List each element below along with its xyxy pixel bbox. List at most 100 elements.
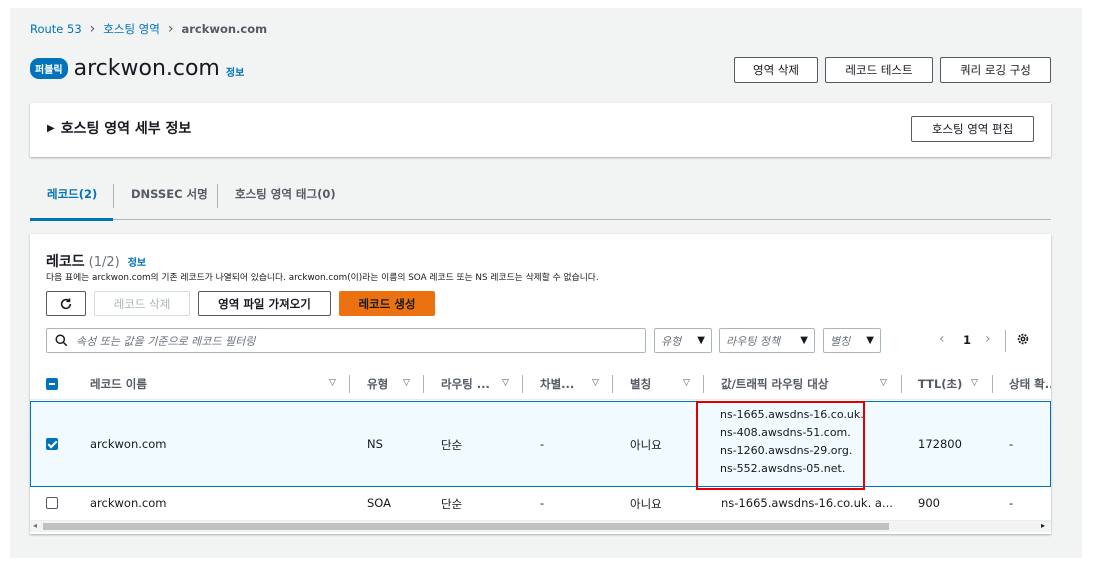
select-all-checkbox[interactable] [46, 378, 58, 390]
type-filter-label: 유형 [661, 334, 682, 348]
details-toggle[interactable]: ▶ 호스팅 영역 세부 정보 [47, 118, 191, 138]
search-placeholder: 속성 또는 값을 기준으로 레코드 필터링 [76, 334, 256, 348]
page-number[interactable]: 1 [963, 333, 971, 347]
type-filter-select[interactable]: 유형 ▼ [654, 328, 712, 353]
hosted-zone-details-panel: ▶ 호스팅 영역 세부 정보 호스팅 영역 편집 [30, 103, 1051, 157]
record-ttl: 900 [918, 496, 940, 510]
tab-hosted-zone-tags[interactable]: 호스팅 영역 태그(0) [235, 186, 336, 202]
row-checkbox[interactable] [46, 497, 58, 509]
gear-icon[interactable] [1016, 332, 1030, 346]
record-type: NS [367, 437, 383, 451]
col-value[interactable]: 값/트래픽 라우팅 대상 [721, 376, 828, 392]
chevron-right-icon: › [167, 21, 174, 37]
column-divider[interactable] [612, 375, 613, 393]
col-routing[interactable]: 라우팅 ... [441, 376, 490, 392]
records-count: (1/2) [88, 255, 120, 270]
sort-icon[interactable]: ▽ [329, 378, 336, 388]
tab-records[interactable]: 레코드(2) [47, 186, 97, 202]
column-divider[interactable] [423, 375, 424, 393]
caret-right-icon: ▶ [47, 122, 55, 134]
caret-down-icon: ▼ [866, 335, 874, 346]
horizontal-scrollbar[interactable]: ◂ ▸ [30, 520, 1051, 532]
search-icon [55, 334, 68, 347]
ns-value: ns-1260.awsdns-29.org. [720, 444, 853, 457]
scroll-left-icon[interactable]: ◂ [33, 521, 37, 530]
pager-divider [1005, 330, 1006, 352]
highlight-box: ns-1665.awsdns-16.co.uk. ns-408.awsdns-5… [696, 401, 865, 490]
edit-hosted-zone-button[interactable]: 호스팅 영역 편집 [911, 116, 1034, 142]
breadcrumb-hosted-zones-link[interactable]: 호스팅 영역 [103, 21, 160, 37]
previous-page-icon[interactable]: ‹ [939, 331, 945, 347]
records-header: 레코드 (1/2) 정보 [46, 248, 146, 271]
caret-down-icon: ▼ [697, 335, 705, 346]
records-panel: 레코드 (1/2) 정보 다음 표에는 arckwon.com의 기존 레코드가… [30, 234, 1051, 534]
col-differentiator[interactable]: 차별... [540, 376, 574, 392]
breadcrumb-current: arckwon.com [181, 22, 268, 36]
sort-icon[interactable]: ▽ [880, 378, 887, 388]
import-zone-file-button[interactable]: 영역 파일 가져오기 [198, 291, 331, 316]
record-name: arckwon.com [90, 437, 167, 451]
sort-icon[interactable]: ▽ [683, 378, 690, 388]
col-ttl[interactable]: TTL(초) [918, 376, 962, 392]
next-page-icon[interactable]: › [985, 331, 991, 347]
column-divider[interactable] [992, 375, 993, 393]
alias-filter-select[interactable]: 별칭 ▼ [823, 328, 881, 353]
caret-down-icon: ▼ [800, 335, 808, 346]
col-type[interactable]: 유형 [367, 376, 388, 392]
delete-zone-button[interactable]: 영역 삭제 [734, 57, 818, 83]
table-header: 레코드 이름 ▽ 유형 ▽ 라우팅 ... ▽ 차별... ▽ 별칭 ▽ 값/트… [30, 368, 1051, 400]
sort-icon[interactable]: ▽ [971, 378, 978, 388]
table-row[interactable]: arckwon.com SOA 단순 - 아니요 ns-1665.awsdns-… [30, 487, 1051, 519]
record-routing: 단순 [441, 497, 463, 511]
ns-value: ns-408.awsdns-51.com. [720, 426, 851, 439]
test-record-button[interactable]: 레코드 테스트 [825, 57, 933, 83]
active-tab-indicator [30, 218, 113, 221]
row-checkbox[interactable] [46, 438, 58, 450]
create-record-button[interactable]: 레코드 생성 [339, 291, 435, 316]
table-row[interactable]: arckwon.com NS 단순 - 아니요 172800 - [30, 401, 1051, 487]
record-alias: 아니요 [630, 438, 662, 452]
record-name: arckwon.com [90, 496, 167, 510]
page-title: arckwon.com [73, 56, 220, 81]
record-routing: 단순 [441, 438, 463, 452]
col-health-check[interactable]: 상태 확... [1009, 376, 1051, 392]
routing-filter-select[interactable]: 라우팅 정책 ▼ [719, 328, 815, 353]
records-description: 다음 표에는 arckwon.com의 기존 레코드가 나열되어 있습니다. a… [46, 273, 599, 283]
public-badge: 퍼블릭 [30, 58, 68, 79]
ns-value: ns-1665.awsdns-16.co.uk. [720, 408, 864, 421]
sort-icon[interactable]: ▽ [502, 378, 509, 388]
col-record-name[interactable]: 레코드 이름 [90, 376, 147, 392]
sort-icon[interactable]: ▽ [592, 378, 599, 388]
details-title: 호스팅 영역 세부 정보 [60, 121, 192, 137]
query-logging-button[interactable]: 쿼리 로깅 구성 [940, 57, 1051, 83]
alias-filter-label: 별칭 [830, 334, 851, 348]
col-alias[interactable]: 별칭 [630, 376, 651, 392]
delete-record-button[interactable]: 레코드 삭제 [94, 291, 190, 316]
tab-dnssec[interactable]: DNSSEC 서명 [131, 186, 208, 202]
routing-filter-label: 라우팅 정책 [726, 334, 781, 348]
search-input[interactable]: 속성 또는 값을 기준으로 레코드 필터링 [46, 328, 646, 353]
record-differentiator: - [540, 437, 545, 451]
record-type: SOA [367, 496, 392, 510]
chevron-right-icon: › [89, 21, 96, 37]
column-divider[interactable] [349, 375, 350, 393]
record-ttl: 172800 [918, 437, 962, 451]
scrollbar-thumb[interactable] [43, 523, 889, 530]
column-divider[interactable] [703, 375, 704, 393]
info-link[interactable]: 정보 [226, 64, 244, 79]
page-header: 퍼블릭 arckwon.com 정보 [30, 56, 244, 81]
tab-divider [217, 184, 218, 208]
record-health-check: - [1009, 496, 1014, 510]
sort-icon[interactable]: ▽ [403, 378, 410, 388]
ns-value: ns-552.awsdns-05.net. [720, 462, 846, 475]
refresh-icon [60, 297, 72, 309]
scroll-right-icon[interactable]: ▸ [1041, 521, 1045, 530]
column-divider[interactable] [901, 375, 902, 393]
record-health-check: - [1009, 437, 1014, 451]
refresh-button[interactable] [46, 291, 86, 316]
column-divider[interactable] [522, 375, 523, 393]
breadcrumb-route53-link[interactable]: Route 53 [30, 22, 82, 36]
records-info-link[interactable]: 정보 [128, 254, 146, 269]
record-value: ns-1665.awsdns-16.co.uk. a... [721, 496, 893, 510]
tab-divider [113, 184, 114, 208]
